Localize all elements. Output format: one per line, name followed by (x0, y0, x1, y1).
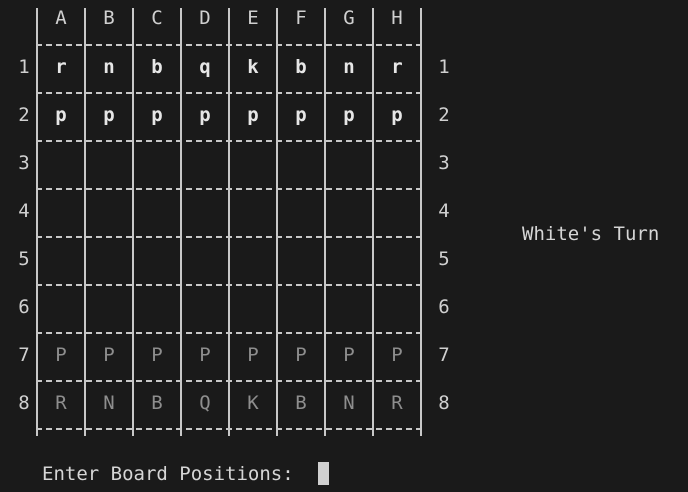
chess-piece[interactable]: r (374, 56, 420, 78)
row-label-left: 4 (18, 200, 30, 222)
row-label-left: 8 (18, 392, 30, 414)
column-header: E (247, 7, 259, 29)
chess-piece[interactable]: P (182, 344, 228, 366)
row-label-right: 6 (438, 296, 450, 318)
chess-piece[interactable]: b (278, 56, 324, 78)
text-cursor[interactable] (318, 462, 329, 485)
row-label-right: 3 (438, 152, 450, 174)
chess-piece[interactable]: p (230, 104, 276, 126)
row-label-left: 1 (18, 56, 30, 78)
chess-piece[interactable]: r (38, 56, 84, 78)
chess-piece[interactable]: n (86, 56, 132, 78)
column-header: B (103, 7, 115, 29)
chess-piece[interactable]: P (134, 344, 180, 366)
chess-piece[interactable]: P (374, 344, 420, 366)
terminal-window: ABCDEFGH11rnbqkbnr22pppppppp3344556677PP… (0, 0, 688, 492)
chess-piece[interactable]: B (278, 392, 324, 414)
row-label-right: 1 (438, 56, 450, 78)
row-label-left: 3 (18, 152, 30, 174)
row-label-right: 4 (438, 200, 450, 222)
column-header: G (343, 7, 355, 29)
grid-hline (36, 140, 422, 142)
chess-piece[interactable]: N (86, 392, 132, 414)
grid-vline (420, 8, 422, 436)
chess-piece[interactable]: p (134, 104, 180, 126)
chess-piece[interactable]: B (134, 392, 180, 414)
row-label-right: 2 (438, 104, 450, 126)
chess-piece[interactable]: P (278, 344, 324, 366)
chess-piece[interactable]: b (134, 56, 180, 78)
chess-piece[interactable]: n (326, 56, 372, 78)
chess-piece[interactable]: p (326, 104, 372, 126)
row-label-left: 2 (18, 104, 30, 126)
grid-hline (36, 44, 422, 46)
chess-piece[interactable]: q (182, 56, 228, 78)
column-header: H (391, 7, 403, 29)
row-label-left: 5 (18, 248, 30, 270)
grid-hline (36, 236, 422, 238)
chess-piece[interactable]: K (230, 392, 276, 414)
column-header: A (55, 7, 67, 29)
grid-hline (36, 188, 422, 190)
chess-piece[interactable]: p (38, 104, 84, 126)
chess-piece[interactable]: p (278, 104, 324, 126)
prompt-label: Enter Board Positions: (42, 463, 294, 485)
grid-hline (36, 428, 422, 430)
row-label-left: 7 (18, 344, 30, 366)
chess-piece[interactable]: P (38, 344, 84, 366)
column-header: D (199, 7, 211, 29)
grid-hline (36, 380, 422, 382)
chess-piece[interactable]: k (230, 56, 276, 78)
chess-piece[interactable]: R (38, 392, 84, 414)
chess-piece[interactable]: P (326, 344, 372, 366)
turn-indicator: White's Turn (522, 223, 660, 245)
chess-piece[interactable]: N (326, 392, 372, 414)
chess-piece[interactable]: p (374, 104, 420, 126)
column-header: C (151, 7, 163, 29)
row-label-right: 7 (438, 344, 450, 366)
chess-piece[interactable]: R (374, 392, 420, 414)
row-label-left: 6 (18, 296, 30, 318)
column-header: F (295, 7, 307, 29)
grid-hline (36, 92, 422, 94)
row-label-right: 8 (438, 392, 450, 414)
row-label-right: 5 (438, 248, 450, 270)
chess-piece[interactable]: P (86, 344, 132, 366)
chess-piece[interactable]: Q (182, 392, 228, 414)
grid-hline (36, 332, 422, 334)
chess-piece[interactable]: p (182, 104, 228, 126)
chess-piece[interactable]: P (230, 344, 276, 366)
chess-piece[interactable]: p (86, 104, 132, 126)
input-prompt: Enter Board Positions: (42, 462, 294, 486)
grid-hline (36, 284, 422, 286)
